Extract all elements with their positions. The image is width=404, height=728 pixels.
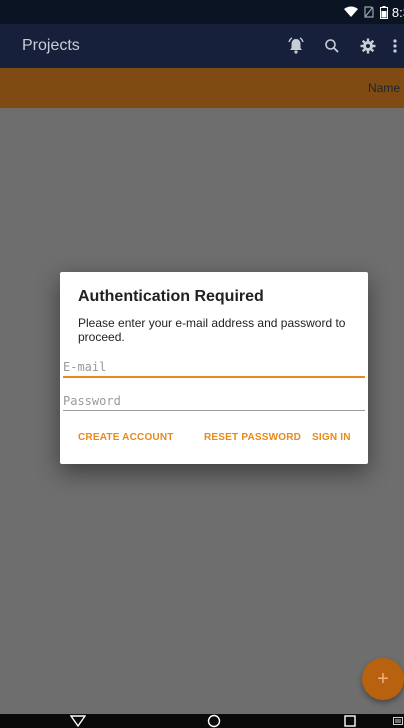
create-account-button[interactable]: CREATE ACCOUNT [78,432,174,443]
sign-in-button[interactable]: SIGN IN [312,432,351,443]
password-underline [63,410,365,411]
wifi-icon [343,6,358,18]
table-header: Name [0,68,404,108]
email-underline [63,376,365,378]
nav-bar [0,714,404,728]
recents-icon[interactable] [340,714,360,728]
add-project-fab[interactable]: + [362,658,404,700]
battery-icon [379,5,388,19]
page-title: Projects [22,37,80,54]
dialog-message: Please enter your e-mail address and pas… [78,316,346,344]
dialog-actions: CREATE ACCOUNT RESET PASSWORD SIGN IN [60,432,368,452]
app-root: 8:3 Projects [0,0,404,728]
search-icon[interactable] [314,24,350,68]
back-icon[interactable] [68,714,88,728]
status-bar: 8:3 [0,0,404,24]
settings-icon[interactable] [350,24,386,68]
status-time: 8:3 [391,4,404,20]
more-vert-icon[interactable] [386,24,404,68]
auth-dialog: Authentication Required Please enter you… [60,272,368,464]
email-field[interactable] [63,356,365,378]
app-bar: Projects [0,24,404,68]
reset-password-button[interactable]: RESET PASSWORD [204,432,301,443]
add-icon: + [377,668,389,690]
keyboard-icon[interactable] [392,714,404,728]
no-sim-icon [364,6,374,18]
dialog-title: Authentication Required [78,288,264,305]
home-icon[interactable] [204,714,224,728]
password-field[interactable] [63,390,365,412]
column-header-name[interactable]: Name [368,81,400,95]
notification-icon[interactable] [278,24,314,68]
